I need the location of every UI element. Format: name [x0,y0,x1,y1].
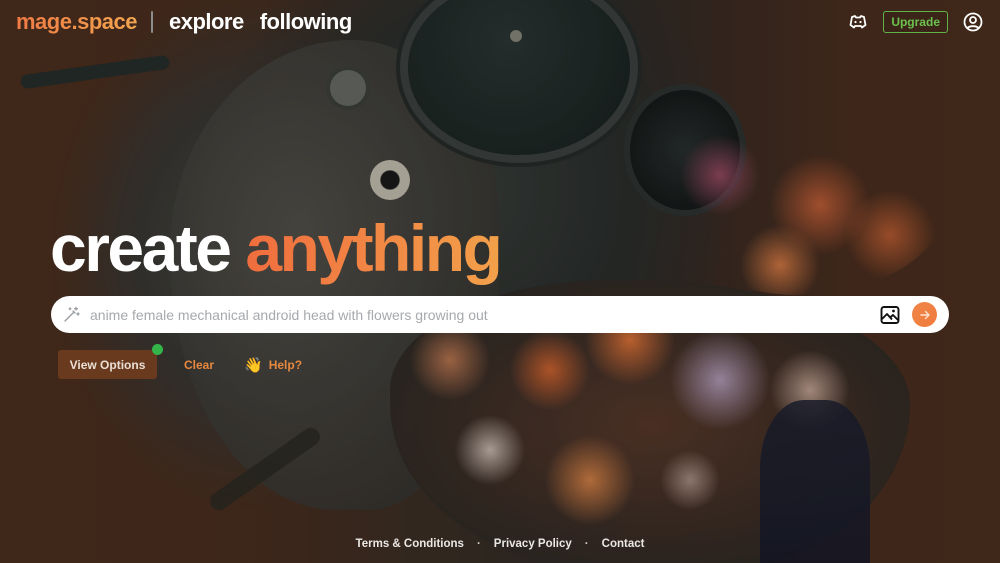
status-dot [152,344,163,355]
waving-hand-icon: 👋 [244,356,263,374]
view-options-label: View Options [69,357,146,372]
upgrade-button[interactable]: Upgrade [883,11,948,33]
image-upload-icon[interactable] [880,304,902,326]
clear-button[interactable]: Clear [184,358,214,372]
footer-separator: · [476,538,481,550]
footer-separator: · [584,538,589,550]
hero-title-accent: anything [245,211,503,285]
discord-icon[interactable] [847,11,869,33]
footer-privacy-link[interactable]: Privacy Policy [494,538,572,550]
header-actions: Upgrade [847,11,984,33]
nav-divider [150,11,153,33]
top-nav: mage.space explore following Upgrade [0,0,1000,44]
hero-title: create anything [50,208,503,288]
nav-explore[interactable]: explore [169,9,244,35]
prompt-input[interactable] [90,306,880,323]
arrow-right-icon [919,310,930,319]
footer-contact-link[interactable]: Contact [602,538,645,550]
view-options-button[interactable]: View Options [58,344,163,379]
hero-title-white: create [50,211,232,285]
footer: Terms & Conditions · Privacy Policy · Co… [0,538,1000,550]
nav-following[interactable]: following [260,9,353,35]
submit-button[interactable] [912,302,937,327]
user-circle-icon[interactable] [962,11,984,33]
help-label: Help? [268,357,303,372]
prompt-actions: View Options Clear 👋 Help? [58,344,302,379]
prompt-bar [51,296,949,333]
footer-terms-link[interactable]: Terms & Conditions [356,538,464,550]
logo[interactable]: mage.space [16,9,137,35]
magic-wand-icon[interactable] [63,306,81,324]
help-button[interactable]: 👋 Help? [244,356,302,374]
